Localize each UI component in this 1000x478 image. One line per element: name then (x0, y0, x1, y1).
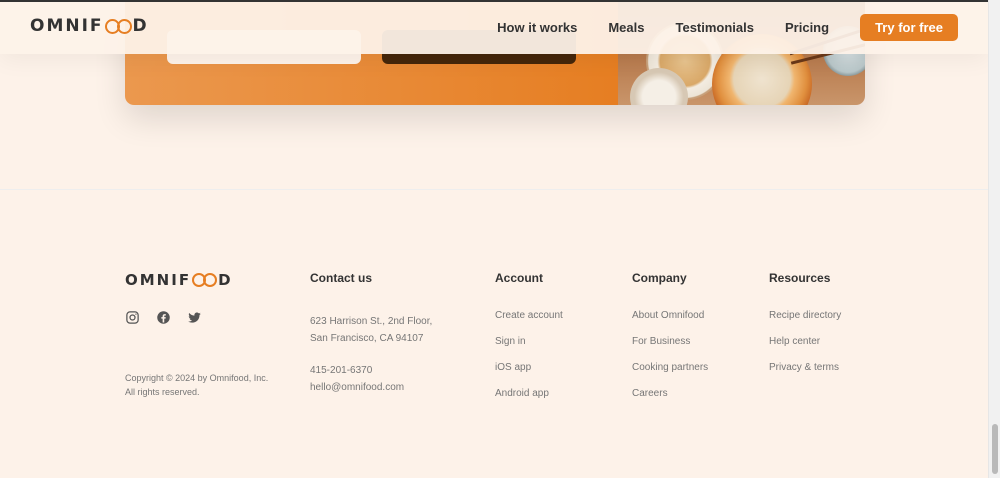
link-recipe-directory[interactable]: Recipe directory (769, 309, 841, 335)
logo-text-prefix: OMNIF (125, 271, 192, 289)
contact-address: 623 Harrison St., 2nd Floor, San Francis… (310, 313, 432, 347)
resources-heading: Resources (769, 271, 831, 285)
scrollbar-thumb[interactable] (992, 424, 998, 474)
logo-rings-icon (192, 273, 218, 287)
page-scrollbar[interactable] (988, 0, 1000, 478)
link-about[interactable]: About Omnifood (632, 309, 708, 335)
footer-account-column: Account Create account Sign in iOS app A… (495, 271, 563, 413)
link-for-business[interactable]: For Business (632, 335, 708, 361)
social-links (125, 310, 218, 325)
link-privacy-terms[interactable]: Privacy & terms (769, 361, 841, 387)
copyright-text: Copyright © 2024 by Omnifood, Inc. All r… (125, 373, 269, 397)
logo-rings-icon (104, 18, 132, 34)
link-android-app[interactable]: Android app (495, 387, 563, 413)
company-links: About Omnifood For Business Cooking part… (632, 309, 708, 413)
footer-resources-column: Resources Recipe directory Help center P… (769, 271, 841, 387)
twitter-icon[interactable] (187, 310, 202, 325)
contact-heading: Contact us (310, 271, 373, 285)
footer-company-column: Company About Omnifood For Business Cook… (632, 271, 708, 413)
account-links: Create account Sign in iOS app Android a… (495, 309, 563, 413)
link-careers[interactable]: Careers (632, 387, 708, 413)
logo-text-prefix: OMNIF (30, 16, 104, 36)
link-help-center[interactable]: Help center (769, 335, 841, 361)
instagram-icon[interactable] (125, 310, 140, 325)
link-cooking-partners[interactable]: Cooking partners (632, 361, 708, 387)
account-heading: Account (495, 271, 543, 285)
nav-how-it-works[interactable]: How it works (497, 20, 577, 35)
try-for-free-button[interactable]: Try for free (860, 14, 958, 41)
phone-link[interactable]: 415-201-6370 (310, 362, 432, 379)
nav-testimonials[interactable]: Testimonials (675, 20, 754, 35)
address-line-1: 623 Harrison St., 2nd Floor, (310, 316, 433, 327)
resources-links: Recipe directory Help center Privacy & t… (769, 309, 841, 387)
nav-pricing[interactable]: Pricing (785, 20, 829, 35)
window-top-border (0, 0, 1000, 2)
main-nav: How it works Meals Testimonials Pricing … (466, 14, 958, 41)
facebook-icon[interactable] (156, 310, 171, 325)
email-link[interactable]: hello@omnifood.com (310, 379, 432, 396)
footer-logo[interactable]: OMNIF D (125, 271, 233, 289)
company-heading: Company (632, 271, 687, 285)
site-header: OMNIF D How it works Meals Testimonials … (0, 2, 988, 54)
logo-text-suffix: D (132, 16, 149, 36)
logo-text-suffix: D (218, 271, 233, 289)
header-logo[interactable]: OMNIF D (30, 16, 149, 36)
nav-meals[interactable]: Meals (608, 20, 644, 35)
address-line-2: San Francisco, CA 94107 (310, 333, 424, 344)
footer-divider (0, 189, 988, 190)
link-ios-app[interactable]: iOS app (495, 361, 563, 387)
link-create-account[interactable]: Create account (495, 309, 563, 335)
link-sign-in[interactable]: Sign in (495, 335, 563, 361)
contact-details: 415-201-6370 hello@omnifood.com (310, 362, 432, 396)
footer-contact-column: Contact us 623 Harrison St., 2nd Floor, … (310, 271, 432, 396)
